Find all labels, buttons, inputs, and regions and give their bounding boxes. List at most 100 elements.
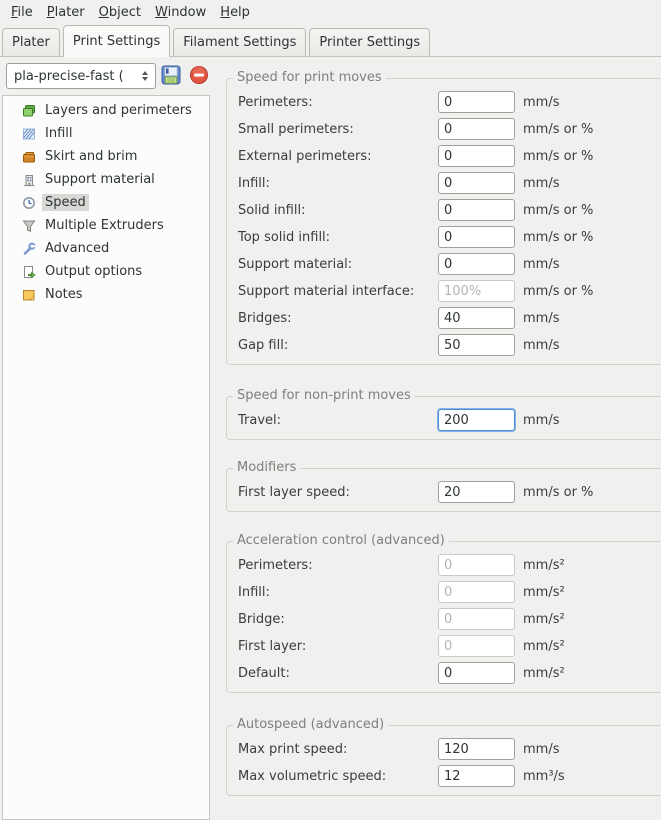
perimeters-speed-input[interactable] bbox=[438, 91, 515, 113]
setting-unit: mm/s bbox=[523, 742, 559, 757]
setting-label: Solid infill: bbox=[238, 203, 438, 218]
travel-speed-input[interactable] bbox=[438, 409, 515, 431]
bridge-accel-input bbox=[438, 608, 515, 630]
setting-unit: mm/s or % bbox=[523, 203, 593, 218]
small-perimeters-speed-input[interactable] bbox=[438, 118, 515, 140]
sidebar-item-label: Notes bbox=[42, 286, 86, 303]
setting-row-bridges: Bridges: mm/s bbox=[238, 307, 661, 329]
sidebar-item-infill[interactable]: Infill bbox=[3, 122, 209, 145]
sidebar-item-label: Layers and perimeters bbox=[42, 102, 195, 119]
group-title: Autospeed (advanced) bbox=[233, 717, 388, 732]
setting-unit: mm³/s bbox=[523, 769, 565, 784]
setting-unit: mm/s or % bbox=[523, 284, 593, 299]
sidebar-item-notes[interactable]: Notes bbox=[3, 283, 209, 306]
slic3r-window: File Plater Object Window Help Plater Pr… bbox=[0, 0, 661, 820]
tab-bar: Plater Print Settings Filament Settings … bbox=[0, 24, 661, 57]
menu-plater[interactable]: Plater bbox=[40, 3, 92, 22]
sidebar-item-support-material[interactable]: Support material bbox=[3, 168, 209, 191]
sidebar-item-multiple-extruders[interactable]: Multiple Extruders bbox=[3, 214, 209, 237]
menu-file[interactable]: File bbox=[4, 3, 40, 22]
preset-combobox[interactable]: pla-precise-fast ( bbox=[6, 63, 156, 89]
setting-unit: mm/s bbox=[523, 311, 559, 326]
setting-row-first-layer-accel: First layer: mm/s² bbox=[238, 635, 661, 657]
extruders-funnel-icon bbox=[22, 219, 36, 233]
sidebar-item-label: Infill bbox=[42, 125, 76, 142]
output-page-icon bbox=[22, 265, 36, 279]
top-solid-infill-speed-input[interactable] bbox=[438, 226, 515, 248]
setting-label: Support material interface: bbox=[238, 284, 438, 299]
support-material-speed-input[interactable] bbox=[438, 253, 515, 275]
infill-speed-input[interactable] bbox=[438, 172, 515, 194]
wrench-icon bbox=[22, 242, 36, 256]
menu-object-rest: bject bbox=[109, 5, 141, 20]
sidebar-item-advanced[interactable]: Advanced bbox=[3, 237, 209, 260]
max-print-speed-input[interactable] bbox=[438, 738, 515, 760]
setting-unit: mm/s² bbox=[523, 639, 565, 654]
infill-icon bbox=[22, 127, 36, 141]
menu-window-key: W bbox=[155, 5, 168, 20]
speed-clock-icon bbox=[22, 196, 36, 210]
setting-unit: mm/s² bbox=[523, 585, 565, 600]
setting-row-perimeters: Perimeters: mm/s bbox=[238, 91, 661, 113]
solid-infill-speed-input[interactable] bbox=[438, 199, 515, 221]
setting-row-travel: Travel: mm/s bbox=[238, 409, 661, 431]
setting-label: Infill: bbox=[238, 176, 438, 191]
save-preset-button[interactable] bbox=[160, 64, 182, 86]
sidebar-item-label: Advanced bbox=[42, 240, 112, 257]
gap-fill-speed-input[interactable] bbox=[438, 334, 515, 356]
setting-row-gap-fill: Gap fill: mm/s bbox=[238, 334, 661, 356]
bridges-speed-input[interactable] bbox=[438, 307, 515, 329]
setting-unit: mm/s bbox=[523, 176, 559, 191]
settings-category-tree: Layers and perimeters Infill Sk bbox=[2, 95, 210, 820]
setting-row-support-material: Support material: mm/s bbox=[238, 253, 661, 275]
setting-label: Infill: bbox=[238, 585, 438, 600]
max-volumetric-speed-input[interactable] bbox=[438, 765, 515, 787]
setting-label: Max volumetric speed: bbox=[238, 769, 438, 784]
sidebar-item-layers-and-perimeters[interactable]: Layers and perimeters bbox=[3, 99, 209, 122]
group-modifiers: Modifiers First layer speed: mm/s or % bbox=[226, 468, 661, 512]
tab-printer-settings[interactable]: Printer Settings bbox=[309, 28, 430, 56]
default-accel-input[interactable] bbox=[438, 662, 515, 684]
setting-label: First layer speed: bbox=[238, 485, 438, 500]
setting-label: Support material: bbox=[238, 257, 438, 272]
support-material-interface-speed-input bbox=[438, 280, 515, 302]
menu-plater-key: P bbox=[47, 5, 55, 20]
setting-label: Default: bbox=[238, 666, 438, 681]
group-acceleration-control: Acceleration control (advanced) Perimete… bbox=[226, 541, 661, 693]
setting-row-infill-accel: Infill: mm/s² bbox=[238, 581, 661, 603]
setting-row-solid-infill: Solid infill: mm/s or % bbox=[238, 199, 661, 221]
sidebar-item-label: Skirt and brim bbox=[42, 148, 140, 165]
external-perimeters-speed-input[interactable] bbox=[438, 145, 515, 167]
sidebar-item-speed[interactable]: Speed bbox=[3, 191, 209, 214]
tab-print-settings[interactable]: Print Settings bbox=[63, 25, 170, 57]
setting-row-external-perimeters: External perimeters: mm/s or % bbox=[238, 145, 661, 167]
menu-help[interactable]: Help bbox=[213, 3, 257, 22]
tab-filament-settings[interactable]: Filament Settings bbox=[173, 28, 306, 56]
setting-unit: mm/s or % bbox=[523, 485, 593, 500]
skirt-brim-icon bbox=[22, 150, 36, 164]
preset-combobox-value: pla-precise-fast ( bbox=[7, 69, 135, 84]
setting-unit: mm/s or % bbox=[523, 122, 593, 137]
setting-label: Max print speed: bbox=[238, 742, 438, 757]
tab-plater[interactable]: Plater bbox=[2, 28, 60, 56]
menu-bar: File Plater Object Window Help bbox=[0, 0, 661, 24]
menu-object[interactable]: Object bbox=[92, 3, 148, 22]
delete-preset-button[interactable] bbox=[188, 64, 210, 86]
sidebar-item-output-options[interactable]: Output options bbox=[3, 260, 209, 283]
group-title: Speed for print moves bbox=[233, 70, 386, 85]
setting-row-perimeters-accel: Perimeters: mm/s² bbox=[238, 554, 661, 576]
group-speed-for-non-print-moves: Speed for non-print moves Travel: mm/s bbox=[226, 396, 661, 440]
menu-plater-rest: later bbox=[55, 5, 85, 20]
menu-window[interactable]: Window bbox=[148, 3, 213, 22]
sidebar-item-skirt-and-brim[interactable]: Skirt and brim bbox=[3, 145, 209, 168]
setting-row-top-solid-infill: Top solid infill: mm/s or % bbox=[238, 226, 661, 248]
setting-row-first-layer-speed: First layer speed: mm/s or % bbox=[238, 481, 661, 503]
setting-label: Bridges: bbox=[238, 311, 438, 326]
first-layer-speed-input[interactable] bbox=[438, 481, 515, 503]
setting-unit: mm/s bbox=[523, 257, 559, 272]
group-title: Acceleration control (advanced) bbox=[233, 533, 449, 548]
setting-row-small-perimeters: Small perimeters: mm/s or % bbox=[238, 118, 661, 140]
setting-row-infill: Infill: mm/s bbox=[238, 172, 661, 194]
setting-label: Bridge: bbox=[238, 612, 438, 627]
setting-row-support-material-interface: Support material interface: mm/s or % bbox=[238, 280, 661, 302]
